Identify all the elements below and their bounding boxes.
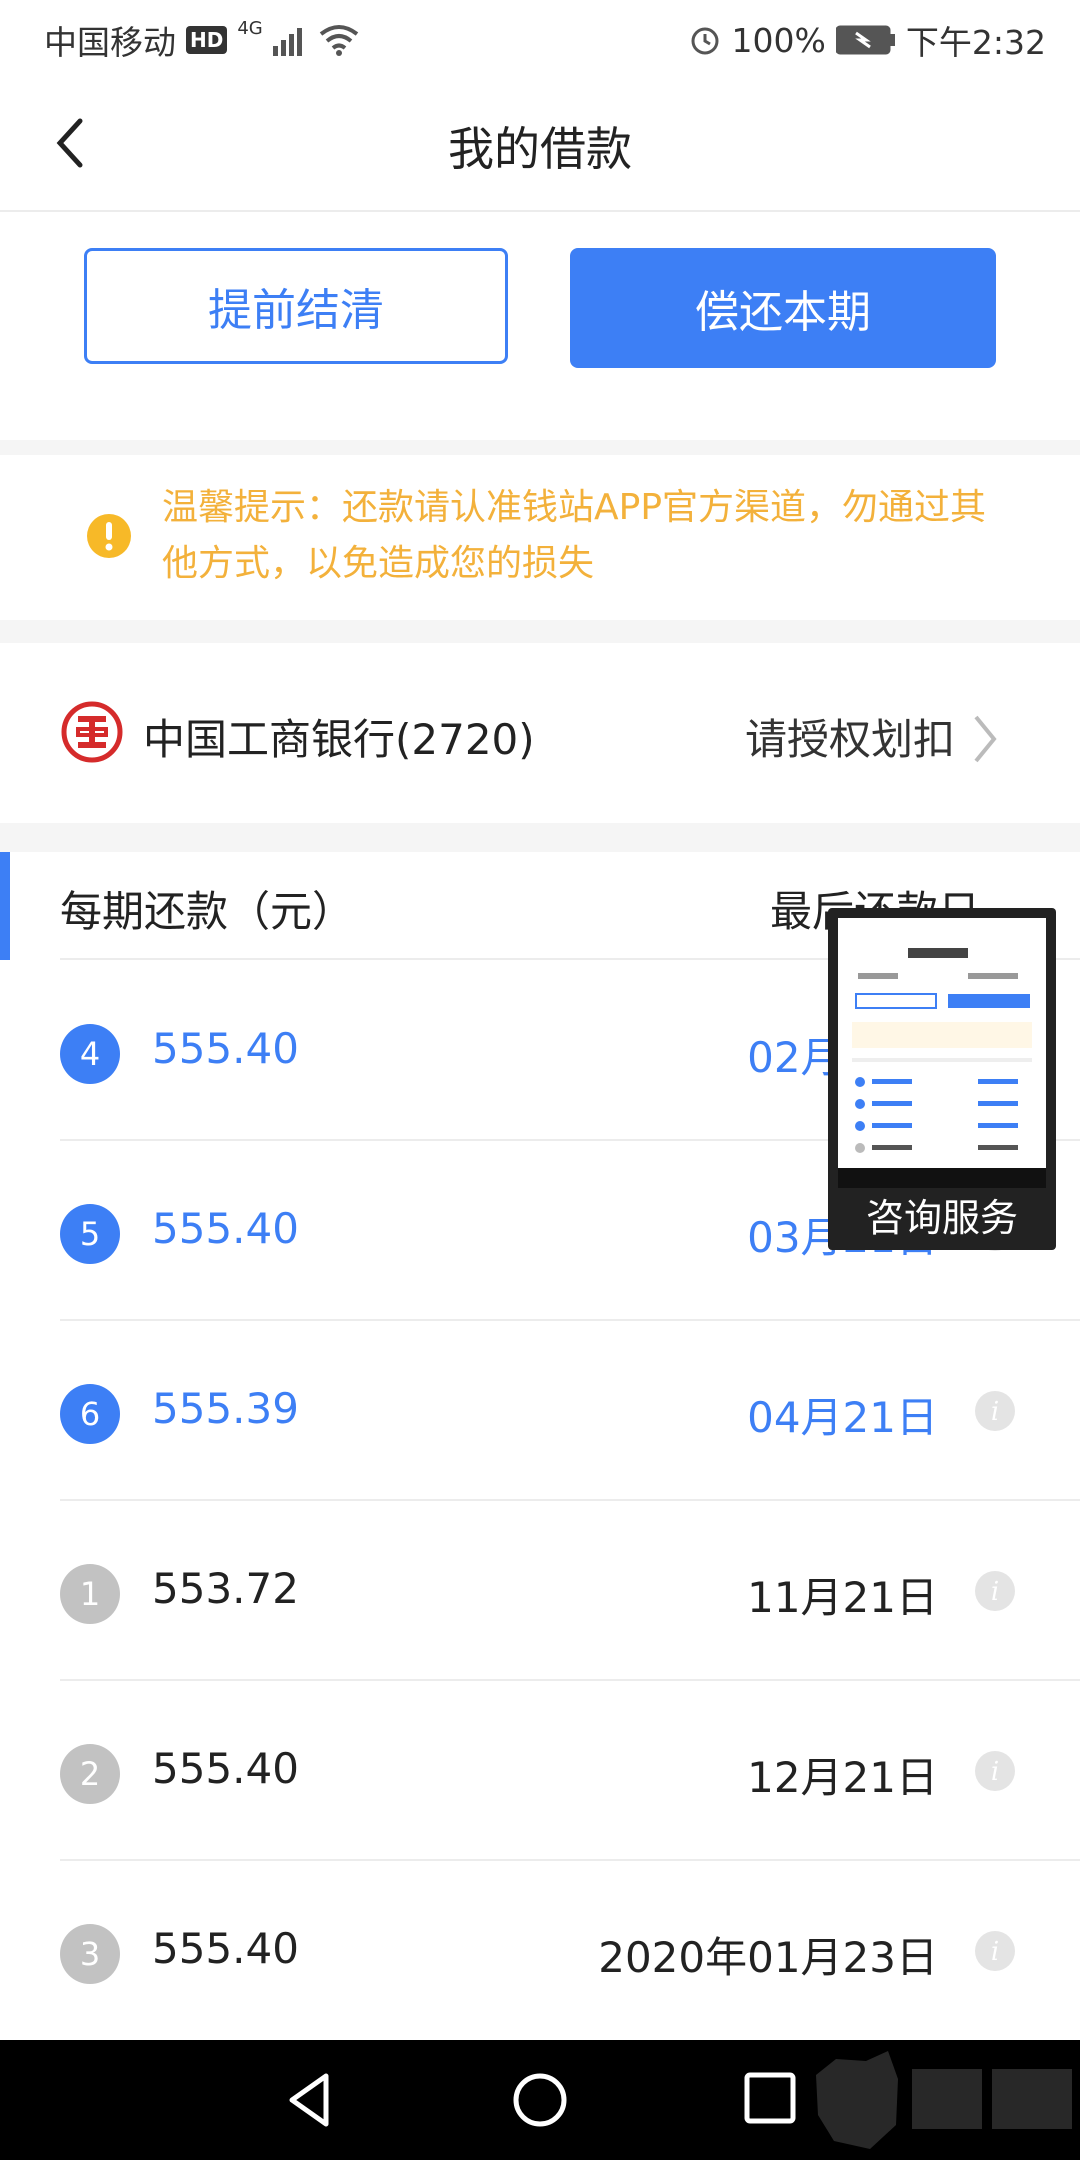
svg-text:i: i	[991, 1397, 999, 1427]
installment-amount: 555.40	[152, 1924, 299, 1973]
status-left: 中国移动 HD 4G	[44, 16, 359, 64]
status-right: 100% 下午2:32	[688, 16, 1046, 64]
authorize-debit-link[interactable]: 请授权划扣	[745, 706, 955, 767]
list-header-amount: 每期还款（元）	[60, 887, 355, 936]
installment-due-date: 12月21日	[747, 1753, 938, 1802]
signal-icon	[272, 28, 302, 56]
watermark-logo	[816, 2051, 1072, 2149]
installment-amount: 555.40	[152, 1024, 299, 1073]
recents-square-icon[interactable]	[742, 2070, 798, 2126]
installment-index-badge: 6	[60, 1384, 120, 1444]
consult-service-label: 咨询服务	[865, 1196, 1018, 1240]
page-title: 我的借款	[448, 122, 632, 176]
installment-amount: 555.40	[152, 1744, 299, 1793]
nav-bar: 我的借款	[0, 75, 1080, 212]
installment-due-date: 2020年01月23日	[598, 1933, 938, 1982]
installment-amount: 553.72	[152, 1564, 299, 1613]
installment-amount: 555.40	[152, 1204, 299, 1253]
svg-text:i: i	[991, 1757, 999, 1787]
installment-index-badge: 2	[60, 1744, 120, 1804]
hd-badge: HD	[186, 26, 228, 54]
carrier-label: 中国移动	[44, 23, 176, 62]
list-accent-bar	[0, 852, 10, 960]
bank-name: 中国工商银行(2720)	[143, 715, 535, 764]
back-triangle-icon[interactable]	[284, 2070, 334, 2130]
info-icon[interactable]: i	[974, 1750, 1016, 1792]
info-icon[interactable]: i	[974, 1570, 1016, 1612]
installment-due-date: 04月21日	[747, 1393, 938, 1442]
consult-thumbnail	[838, 918, 1046, 1188]
status-bar: 中国移动 HD 4G 100% 下午2:32	[0, 0, 1080, 75]
page: 中国移动 HD 4G 100% 下午2:32 我的借款 提前结清 偿还本期 温馨…	[0, 0, 1080, 2160]
consult-service-widget[interactable]: 咨询服务	[828, 908, 1056, 1250]
repay-current-button[interactable]: 偿还本期	[570, 248, 996, 368]
warning-icon	[87, 514, 131, 558]
installment-index-badge: 1	[60, 1564, 120, 1624]
installment-index-badge: 5	[60, 1204, 120, 1264]
action-bar: 提前结清 偿还本期	[0, 212, 1080, 440]
wifi-icon	[319, 25, 358, 56]
icbc-logo-icon	[61, 701, 123, 763]
installment-row[interactable]: 6 555.39 04月21日 i	[0, 1320, 1080, 1500]
battery-percent: 100%	[731, 20, 826, 60]
clock-time: 下午2:32	[905, 23, 1046, 62]
installment-index-badge: 4	[60, 1024, 120, 1084]
info-icon[interactable]: i	[974, 1930, 1016, 1972]
network-type: 4G	[237, 17, 263, 39]
installment-row[interactable]: 3 555.40 2020年01月23日 i	[0, 1860, 1080, 2040]
notice-text: 温馨提示：还款请认准钱站APP官方渠道，勿通过其他方式，以免造成您的损失	[162, 487, 987, 584]
installment-amount: 555.39	[152, 1384, 299, 1433]
alarm-icon	[691, 27, 719, 55]
screen-preview-image	[838, 918, 1046, 1188]
installment-due-date: 11月21日	[747, 1573, 938, 1622]
info-icon[interactable]: i	[974, 1390, 1016, 1432]
home-circle-icon[interactable]	[510, 2070, 570, 2130]
svg-text:i: i	[991, 1937, 999, 1967]
chevron-right-icon	[974, 715, 997, 763]
svg-text:i: i	[991, 1577, 999, 1607]
installment-row[interactable]: 1 553.72 11月21日 i	[0, 1500, 1080, 1680]
battery-icon	[835, 25, 895, 55]
installment-row[interactable]: 2 555.40 12月21日 i	[0, 1680, 1080, 1860]
installment-index-badge: 3	[60, 1924, 120, 1984]
early-settle-button[interactable]: 提前结清	[84, 248, 508, 364]
